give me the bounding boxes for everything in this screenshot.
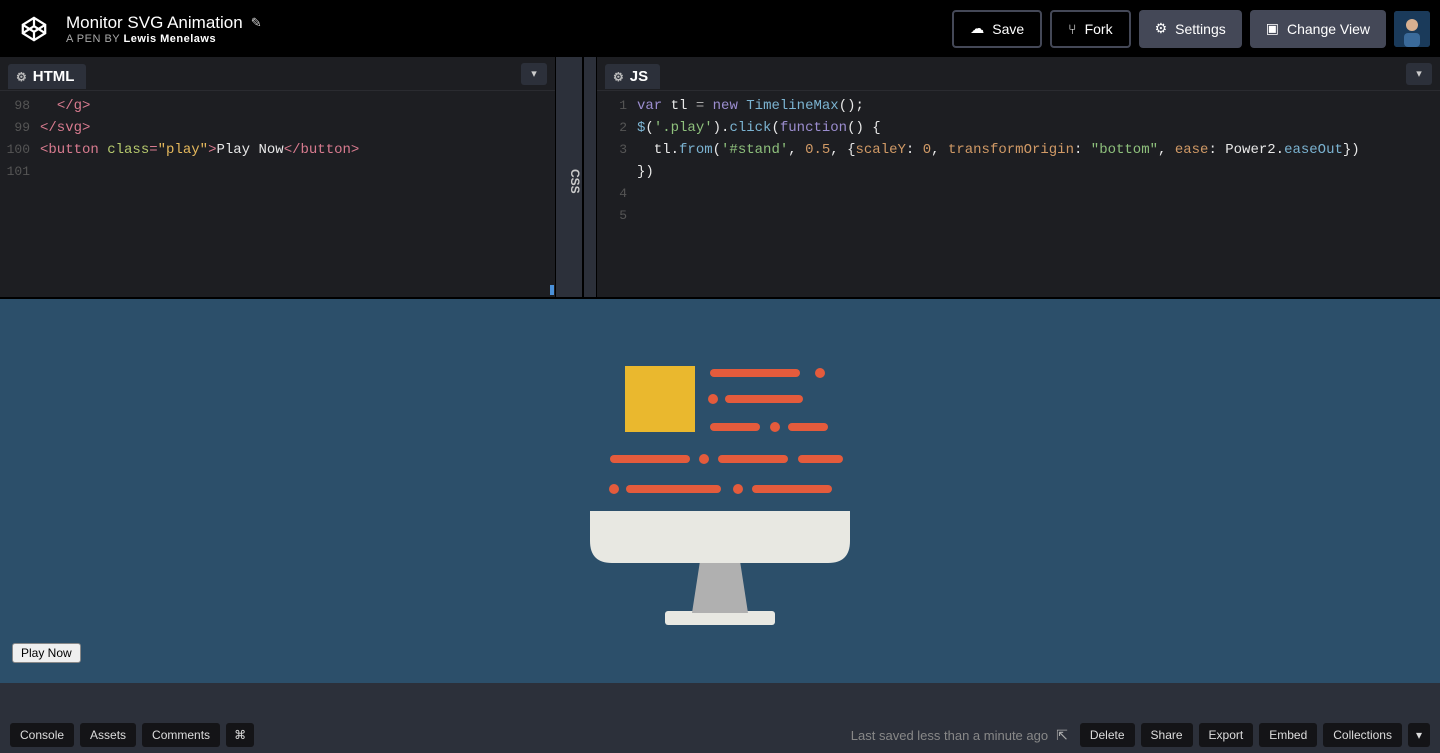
- js-panel-header: ⚙ JS ▾: [597, 57, 1440, 91]
- comments-button[interactable]: Comments: [142, 723, 220, 747]
- save-button[interactable]: ☁ Save: [952, 10, 1042, 48]
- footer-bar: Console Assets Comments ⌘ Last saved les…: [0, 717, 1440, 753]
- html-label: HTML: [33, 68, 75, 85]
- author-link[interactable]: Lewis Menelaws: [124, 33, 217, 45]
- monitor-svg: [570, 351, 870, 631]
- gear-icon: ⚙: [1155, 20, 1168, 37]
- byline-prefix: A PEN BY: [66, 33, 124, 45]
- html-code[interactable]: </g></svg><button class="play">Play Now<…: [36, 91, 367, 297]
- share-button[interactable]: Share: [1141, 723, 1193, 747]
- scroll-indicator: [550, 285, 554, 295]
- save-status: Last saved less than a minute ago ⇱: [851, 727, 1068, 744]
- change-view-label: Change View: [1287, 21, 1370, 37]
- delete-button[interactable]: Delete: [1080, 723, 1135, 747]
- more-button[interactable]: ▾: [1408, 723, 1430, 747]
- fork-button[interactable]: ⑂ Fork: [1050, 10, 1130, 48]
- bottom-spacer: [0, 683, 1440, 717]
- layout-icon: ▣: [1266, 20, 1279, 37]
- html-tab[interactable]: ⚙ HTML: [8, 64, 86, 89]
- change-view-button[interactable]: ▣ Change View: [1250, 10, 1386, 48]
- settings-label: Settings: [1175, 21, 1226, 37]
- status-label: Last saved less than a minute ago: [851, 728, 1048, 743]
- fork-icon: ⑂: [1068, 21, 1076, 37]
- settings-button[interactable]: ⚙ Settings: [1139, 10, 1242, 48]
- top-actions: ☁ Save ⑂ Fork ⚙ Settings ▣ Change View: [952, 10, 1430, 48]
- console-button[interactable]: Console: [10, 723, 74, 747]
- js-panel: ⚙ JS ▾ 12345 var tl = new TimelineMax();…: [597, 57, 1440, 297]
- js-label: JS: [630, 68, 648, 85]
- gear-icon[interactable]: ⚙: [613, 70, 624, 84]
- editors-row: ⚙ HTML ▾ 9899100101 </g></svg><button cl…: [0, 57, 1440, 297]
- js-code[interactable]: var tl = new TimelineMax();$('.play').cl…: [633, 91, 1368, 297]
- shortcuts-button[interactable]: ⌘: [226, 723, 254, 747]
- popout-icon[interactable]: ⇱: [1056, 727, 1068, 744]
- js-editor[interactable]: 12345 var tl = new TimelineMax();$('.pla…: [597, 91, 1440, 297]
- chevron-down-icon[interactable]: ▾: [1406, 63, 1432, 85]
- title-group: Monitor SVG Animation ✎ A PEN BY Lewis M…: [66, 13, 940, 45]
- embed-button[interactable]: Embed: [1259, 723, 1317, 747]
- html-panel-header: ⚙ HTML ▾: [0, 57, 555, 91]
- avatar[interactable]: [1394, 11, 1430, 47]
- pen-title[interactable]: Monitor SVG Animation: [66, 13, 243, 33]
- preview-pane: Play Now: [0, 297, 1440, 683]
- fork-label: Fork: [1085, 21, 1113, 37]
- html-editor[interactable]: 9899100101 </g></svg><button class="play…: [0, 91, 555, 297]
- panel-splitter[interactable]: [583, 57, 597, 297]
- assets-button[interactable]: Assets: [80, 723, 136, 747]
- pencil-icon[interactable]: ✎: [251, 15, 262, 31]
- chevron-down-icon[interactable]: ▾: [521, 63, 547, 85]
- collections-button[interactable]: Collections: [1323, 723, 1402, 747]
- css-label: CSS: [568, 169, 582, 194]
- save-label: Save: [992, 21, 1024, 37]
- byline: A PEN BY Lewis Menelaws: [66, 33, 940, 45]
- js-gutter: 12345: [597, 91, 633, 297]
- html-panel: ⚙ HTML ▾ 9899100101 </g></svg><button cl…: [0, 57, 555, 297]
- export-button[interactable]: Export: [1199, 723, 1254, 747]
- codepen-logo-icon: [20, 15, 48, 43]
- css-tab-collapsed[interactable]: CSS: [555, 57, 583, 297]
- html-gutter: 9899100101: [0, 91, 36, 297]
- gear-icon[interactable]: ⚙: [16, 70, 27, 84]
- cloud-icon: ☁: [970, 20, 984, 37]
- top-bar: Monitor SVG Animation ✎ A PEN BY Lewis M…: [0, 0, 1440, 57]
- play-now-button[interactable]: Play Now: [12, 643, 81, 663]
- js-tab[interactable]: ⚙ JS: [605, 64, 660, 89]
